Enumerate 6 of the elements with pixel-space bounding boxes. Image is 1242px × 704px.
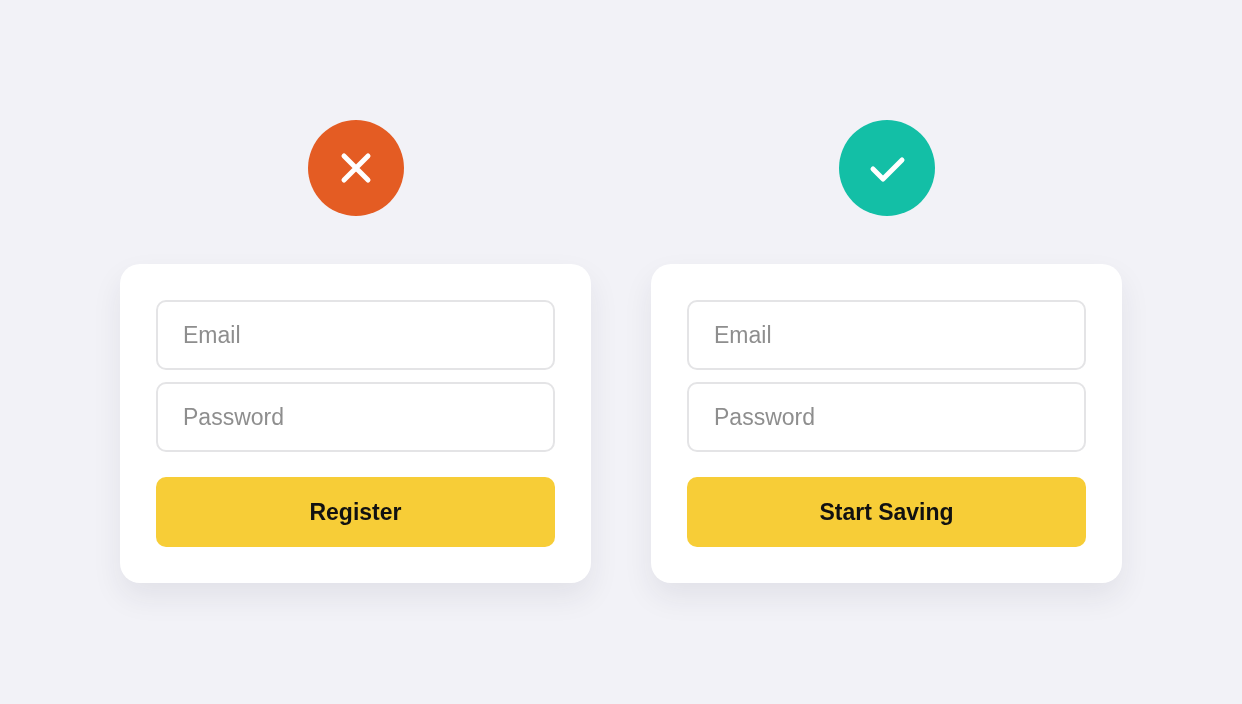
submit-button[interactable]: Start Saving <box>687 477 1086 547</box>
input-field[interactable]: Password <box>687 382 1086 452</box>
input-field[interactable]: Password <box>156 382 555 452</box>
submit-button[interactable]: Register <box>156 477 555 547</box>
input-field[interactable]: Email <box>687 300 1086 370</box>
input-field[interactable]: Email <box>156 300 555 370</box>
